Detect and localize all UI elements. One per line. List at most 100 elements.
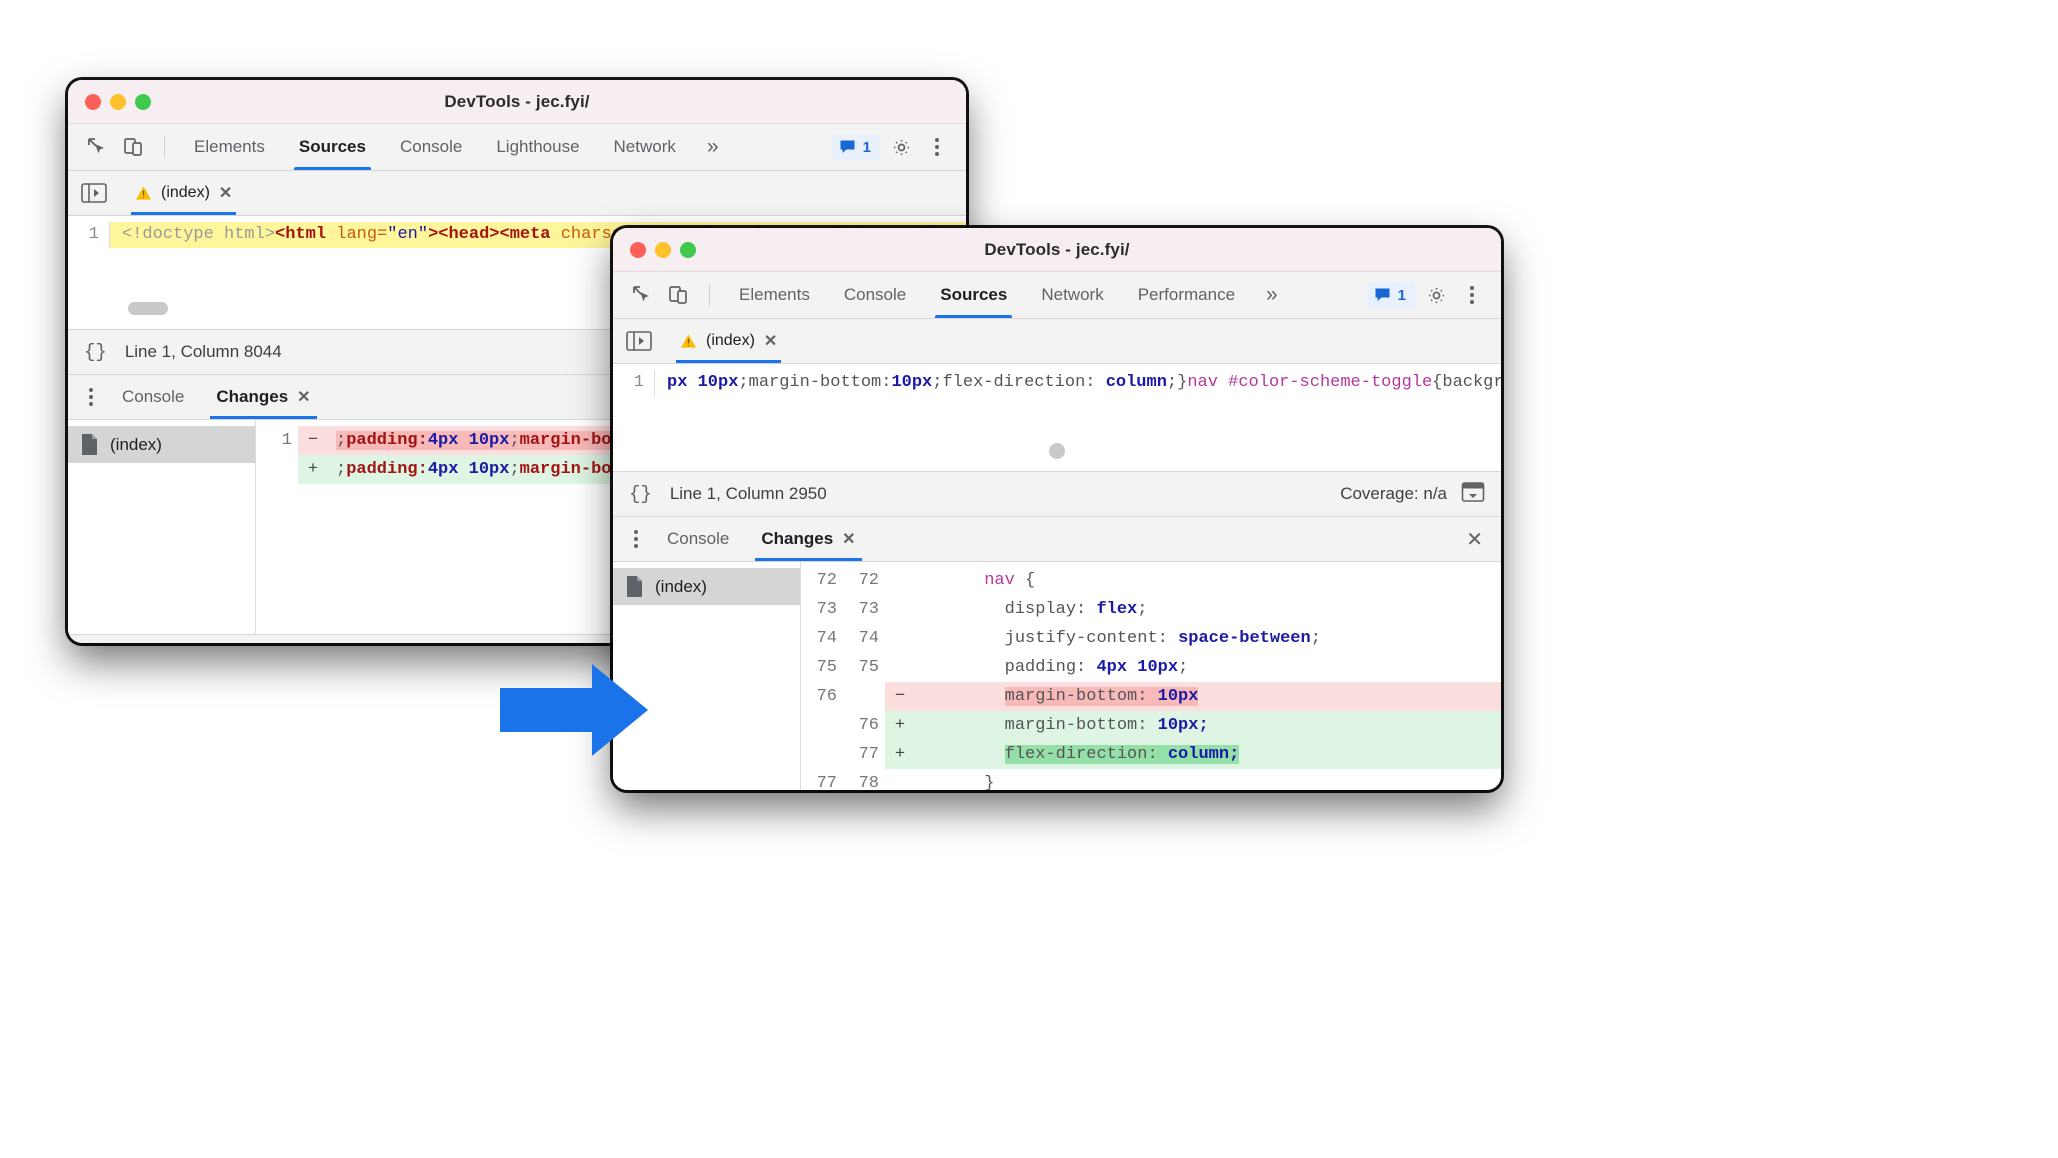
toolbar-right-front[interactable]: 1: [1366, 280, 1501, 310]
gear-icon[interactable]: [1421, 280, 1451, 310]
changes-file-item[interactable]: (index): [613, 568, 800, 605]
code-token: 10px: [1157, 687, 1199, 706]
devtools-toolbar-back[interactable]: Elements Sources Console Lighthouse Netw…: [68, 124, 966, 171]
sources-file-tabs-front[interactable]: (index) ✕: [613, 319, 1501, 364]
more-tabs-button[interactable]: »: [693, 124, 733, 170]
panel-tabs-front[interactable]: Elements Console Sources Network Perform…: [722, 272, 1292, 318]
diff-sign: −: [885, 682, 915, 711]
panel-tabs-back[interactable]: Elements Sources Console Lighthouse Netw…: [177, 124, 733, 170]
diff-sign: [885, 624, 915, 653]
horizontal-scrollbar-back[interactable]: [128, 302, 168, 315]
diff-view-front[interactable]: 72 72 nav {73 73 display: flex; 74 74 justif…: [801, 562, 1501, 790]
diff-sign: [885, 769, 915, 790]
traffic-lights-front[interactable]: [613, 241, 696, 258]
toolbar-right-back[interactable]: 1: [831, 132, 966, 162]
inspect-element-icon[interactable]: [80, 130, 114, 164]
close-icon[interactable]: ✕: [842, 529, 855, 549]
tab-console[interactable]: Console: [827, 272, 923, 318]
diff-old-line-number: 72: [816, 571, 837, 590]
issues-counter-button[interactable]: 1: [831, 134, 880, 160]
kebab-menu-icon[interactable]: [1457, 280, 1487, 310]
titlebar-front[interactable]: DevTools - jec.fyi/: [613, 228, 1501, 272]
tab-network[interactable]: Network: [597, 124, 693, 170]
drawer-tab-console[interactable]: Console: [651, 517, 745, 561]
code-token: ;: [509, 431, 520, 450]
tab-console[interactable]: Console: [383, 124, 479, 170]
coverage-label: Coverage: n/a: [1340, 484, 1447, 503]
tab-network[interactable]: Network: [1024, 272, 1120, 318]
tab-sources[interactable]: Sources: [923, 272, 1024, 318]
device-toolbar-icon[interactable]: [661, 278, 695, 312]
drawer-tab-changes-label: Changes: [216, 387, 289, 406]
diff-row: 76 + margin-bottom: 10px;: [801, 711, 1501, 740]
device-toolbar-icon[interactable]: [116, 130, 150, 164]
zoom-window-button[interactable]: [680, 241, 696, 258]
traffic-lights-back[interactable]: [68, 93, 151, 110]
drawer-tab-changes[interactable]: Changes ✕: [745, 517, 871, 561]
gear-icon[interactable]: [886, 132, 916, 162]
code-token: nav #color-scheme-toggle: [1187, 373, 1433, 392]
code-token: <!doctype html>: [122, 225, 276, 244]
diff-sign: [885, 566, 915, 595]
pretty-print-icon[interactable]: {}: [84, 341, 107, 363]
diff-code: display: flex;: [915, 595, 1501, 624]
code-token: px 10px: [667, 373, 739, 392]
issues-counter-button[interactable]: 1: [1366, 282, 1415, 308]
tab-elements[interactable]: Elements: [177, 124, 282, 170]
file-tab-index-front[interactable]: (index) ✕: [667, 319, 790, 363]
diff-row: 74 74 justify-content: space-between;: [801, 624, 1501, 653]
statusbar-right-front[interactable]: Coverage: n/a: [1340, 481, 1485, 508]
close-icon[interactable]: ✕: [219, 183, 232, 203]
code-token: padding:: [346, 460, 428, 479]
drawer-tab-changes[interactable]: Changes ✕: [200, 375, 326, 419]
titlebar-back[interactable]: DevTools - jec.fyi/: [68, 80, 966, 124]
close-window-button[interactable]: [85, 93, 101, 110]
minimize-window-button[interactable]: [655, 241, 671, 258]
diff-new-line-number: 75: [858, 658, 879, 677]
sources-file-tabs-back[interactable]: (index) ✕: [68, 171, 966, 216]
editor-statusbar-front[interactable]: {} Line 1, Column 2950 Coverage: n/a: [613, 471, 1501, 517]
pretty-print-icon[interactable]: {}: [629, 483, 652, 505]
zoom-window-button[interactable]: [135, 93, 151, 110]
minimize-window-button[interactable]: [110, 93, 126, 110]
file-tab-index-back[interactable]: (index) ✕: [122, 171, 245, 215]
code-token: flex-direction:: [1004, 745, 1168, 764]
tab-lighthouse[interactable]: Lighthouse: [479, 124, 596, 170]
code-token: ;: [1178, 658, 1189, 677]
devtools-window-front[interactable]: DevTools - jec.fyi/ Elements Console Sou…: [613, 228, 1501, 790]
show-drawer-icon[interactable]: [1461, 481, 1485, 508]
source-code-line[interactable]: px 10px;margin-bottom:10px;flex-directio…: [655, 370, 1501, 396]
close-window-button[interactable]: [630, 241, 646, 258]
inspect-element-icon[interactable]: [625, 278, 659, 312]
kebab-menu-icon[interactable]: [922, 132, 952, 162]
changes-sidebar-back[interactable]: (index): [68, 420, 256, 634]
close-icon[interactable]: ✕: [764, 331, 777, 351]
devtools-toolbar-front[interactable]: Elements Console Sources Network Perform…: [613, 272, 1501, 319]
show-navigator-icon[interactable]: [78, 180, 110, 206]
code-token: <head>: [438, 225, 500, 244]
diff-code: margin-bottom: 10px: [915, 682, 1501, 711]
drawer-tabs-front[interactable]: Console Changes ✕ ✕: [613, 517, 1501, 562]
drawer-kebab-menu-icon[interactable]: [76, 382, 106, 412]
source-editor-front[interactable]: 1 px 10px;margin-bottom:10px;flex-direct…: [613, 364, 1501, 471]
code-token: background:: [1442, 373, 1501, 392]
close-icon[interactable]: ✕: [297, 387, 310, 407]
code-token: 4px 10px: [427, 460, 510, 479]
toolbar-divider: [164, 136, 165, 158]
code-token: "en": [387, 225, 429, 244]
window-title-front: DevTools - jec.fyi/: [984, 239, 1130, 259]
horizontal-scrollbar-front[interactable]: [1049, 443, 1065, 459]
more-tabs-button[interactable]: »: [1252, 272, 1292, 318]
tab-sources[interactable]: Sources: [282, 124, 383, 170]
tab-elements[interactable]: Elements: [722, 272, 827, 318]
issues-message-icon: [840, 140, 855, 153]
tab-performance[interactable]: Performance: [1121, 272, 1252, 318]
changes-panel-front[interactable]: (index) 72 72 nav {73 73 display: flex; 74 7…: [613, 562, 1501, 790]
changes-file-item[interactable]: (index): [68, 426, 255, 463]
close-drawer-icon[interactable]: ✕: [1466, 527, 1501, 552]
drawer-tab-console[interactable]: Console: [106, 375, 200, 419]
drawer-kebab-menu-icon[interactable]: [621, 524, 651, 554]
code-token: }: [984, 774, 995, 790]
show-navigator-icon[interactable]: [623, 328, 655, 354]
code-token: padding:: [1004, 658, 1097, 677]
